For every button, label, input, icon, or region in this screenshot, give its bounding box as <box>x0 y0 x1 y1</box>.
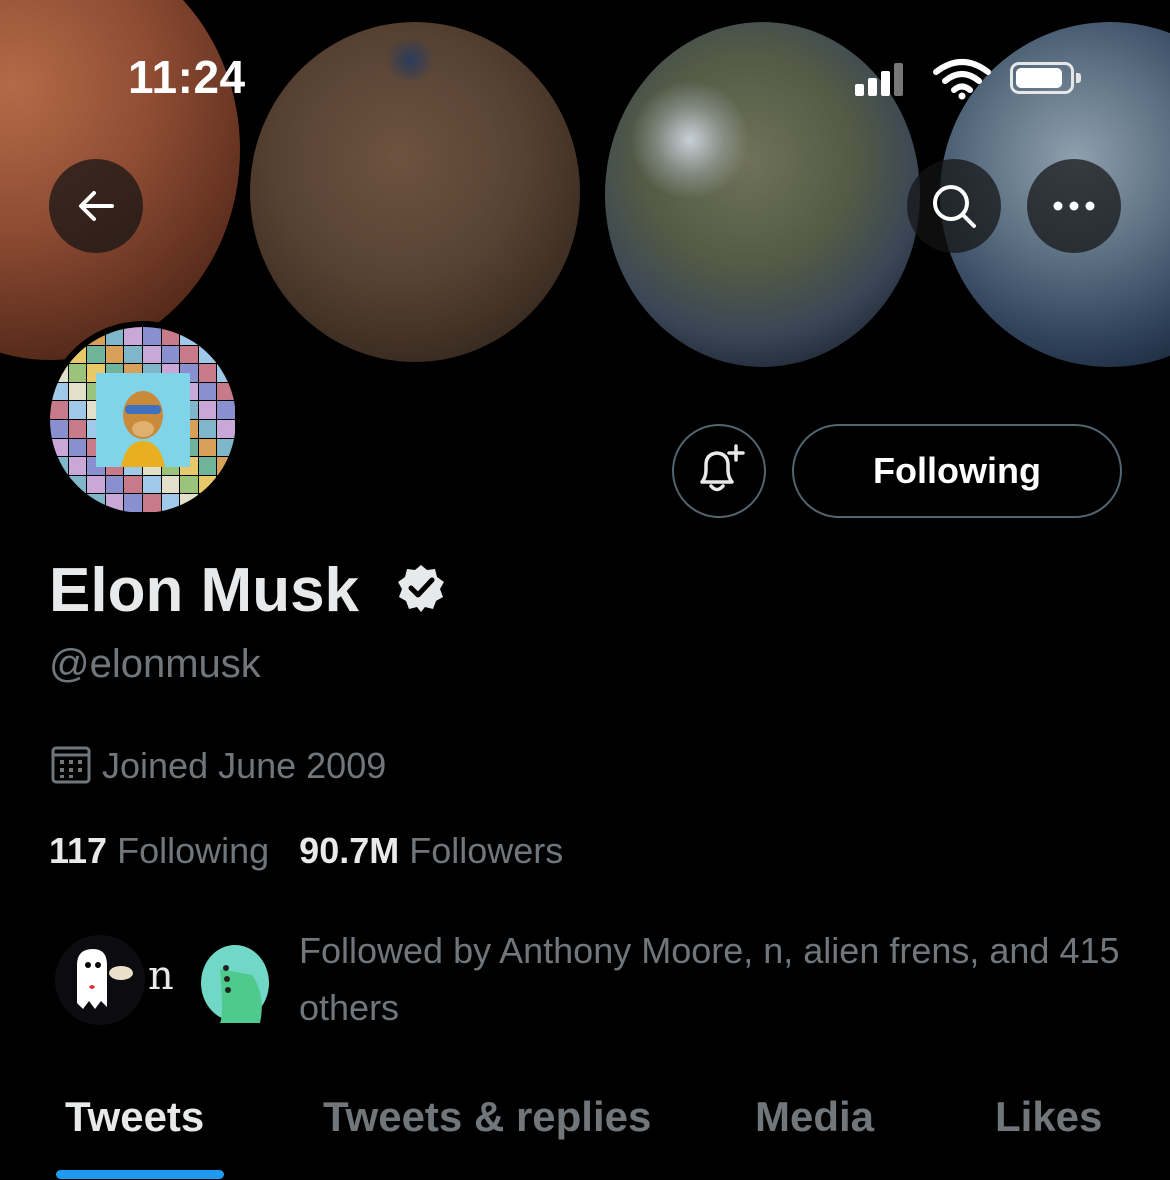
following-label: Following <box>117 830 270 871</box>
back-arrow-icon <box>79 191 114 221</box>
verified-badge-icon[interactable] <box>396 563 446 613</box>
active-tab-indicator <box>56 1170 224 1179</box>
more-icon <box>1053 201 1095 211</box>
banner-ice-cap <box>630 80 750 200</box>
more-options-button[interactable] <box>1027 159 1121 253</box>
tab-tweets[interactable]: Tweets <box>65 1093 204 1141</box>
profile-handle: @elonmusk <box>49 642 261 686</box>
tab-tweets-replies[interactable]: Tweets & replies <box>323 1093 651 1141</box>
banner-polar-cap <box>380 40 440 80</box>
profile-tabs: Tweets Tweets & replies Media Likes <box>0 1085 1170 1180</box>
profile-avatar[interactable] <box>44 321 242 519</box>
alien-icon <box>190 939 272 1023</box>
battery-icon <box>1010 62 1081 94</box>
wifi-icon <box>933 59 991 100</box>
following-button[interactable]: Following <box>792 424 1122 518</box>
followers-label: Followers <box>409 830 564 871</box>
follower-avatar-alien[interactable] <box>190 935 272 1025</box>
following-stat[interactable]: 117 Following <box>49 830 269 871</box>
tab-likes[interactable]: Likes <box>995 1093 1102 1141</box>
ghost-icon <box>55 935 145 1025</box>
search-button[interactable] <box>907 159 1001 253</box>
followed-by-text[interactable]: Followed by Anthony Moore, n, alien fren… <box>299 922 1139 1036</box>
avatar-image <box>50 327 236 513</box>
cellular-signal-icon <box>855 62 911 96</box>
follow-stats: 117 Following 90.7M Followers <box>49 830 563 872</box>
bell-plus-icon <box>700 444 745 492</box>
followers-count: 90.7M <box>299 830 400 871</box>
follower-avatar-n[interactable]: n <box>148 953 174 999</box>
search-icon <box>933 185 976 228</box>
status-time: 11:24 <box>128 51 246 103</box>
follower-avatar-ghost[interactable] <box>55 935 145 1025</box>
profile-name: Elon Musk <box>49 556 360 625</box>
joined-date: Joined June 2009 <box>102 745 387 786</box>
calendar-icon <box>51 746 91 784</box>
back-button[interactable] <box>49 159 143 253</box>
notifications-button[interactable] <box>672 424 766 518</box>
tab-media[interactable]: Media <box>755 1093 874 1141</box>
followers-stat[interactable]: 90.7M Followers <box>299 830 563 871</box>
following-count: 117 <box>49 830 108 871</box>
